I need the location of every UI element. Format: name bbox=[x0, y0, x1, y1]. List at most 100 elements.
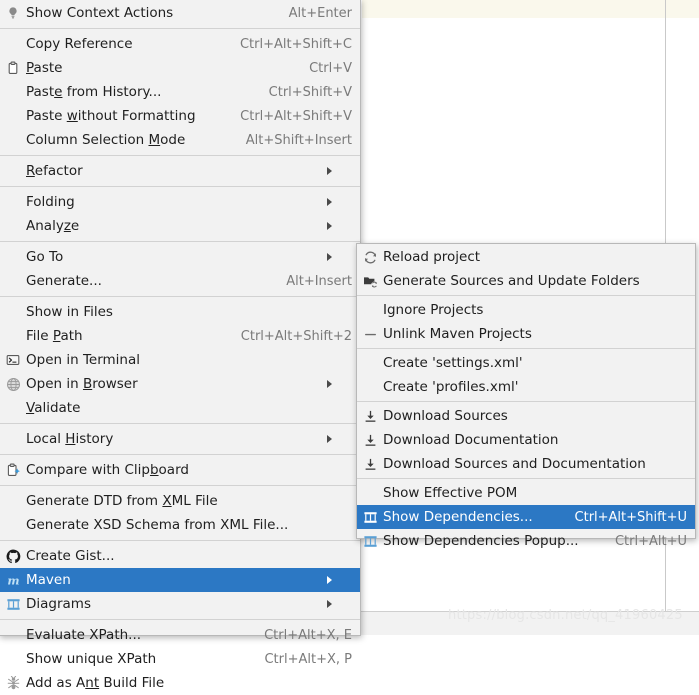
menu-item-compare-with-clipboard[interactable]: Compare with Clipboard bbox=[0, 458, 360, 482]
menu-item-paste[interactable]: Paste Ctrl+V bbox=[0, 56, 360, 80]
menu-item-label: Paste without Formatting bbox=[26, 108, 196, 124]
github-icon bbox=[0, 544, 26, 568]
menu-item-validate[interactable]: Validate bbox=[0, 396, 360, 420]
menu-item-icon-placeholder bbox=[357, 375, 383, 399]
menu-item-label: Refactor bbox=[26, 163, 83, 179]
ant-icon bbox=[0, 671, 26, 695]
menu-item-add-as-ant-build-file[interactable]: Add as Ant Build File bbox=[0, 671, 360, 695]
menu-item-download-sources[interactable]: Download Sources bbox=[357, 404, 695, 428]
menu-item-label: Paste from History... bbox=[26, 84, 162, 100]
menu-item-create-gist[interactable]: Create Gist... bbox=[0, 544, 360, 568]
menu-item-reload-project[interactable]: Reload project bbox=[357, 245, 695, 269]
menu-item-shortcut: Alt+Enter bbox=[288, 5, 352, 21]
menu-item-column-selection-mode[interactable]: Column Selection Mode Alt+Shift+Insert bbox=[0, 128, 360, 152]
menu-item-icon-placeholder bbox=[0, 647, 26, 671]
menu-item-label: Show Dependencies... bbox=[383, 509, 533, 525]
menu-item-show-effective-pom[interactable]: Show Effective POM bbox=[357, 481, 695, 505]
menu-item-local-history[interactable]: Local History bbox=[0, 427, 360, 451]
menu-item-unlink-maven-projects[interactable]: Unlink Maven Projects bbox=[357, 322, 695, 346]
menu-item-show-unique-xpath[interactable]: Show unique XPath Ctrl+Alt+X, P bbox=[0, 647, 360, 671]
editor-context-menu[interactable]: Show Context Actions Alt+Enter Copy Refere… bbox=[0, 0, 361, 691]
menu-item-open-in-browser[interactable]: Open in Browser bbox=[0, 372, 360, 396]
menu-item-shortcut: Ctrl+Alt+U bbox=[614, 533, 687, 549]
menu-item-generate-dtd-from-xml-file[interactable]: Generate DTD from XML File bbox=[0, 489, 360, 513]
menu-item-label: Download Documentation bbox=[383, 432, 559, 448]
menu-item-icon-placeholder bbox=[0, 427, 26, 451]
menu-separator bbox=[0, 241, 360, 242]
submenu-arrow-icon bbox=[327, 576, 352, 584]
menu-item-icon-placeholder bbox=[0, 80, 26, 104]
menu-item-shortcut: Ctrl+Alt+Shift+U bbox=[574, 509, 687, 525]
menu-item-refactor[interactable]: Refactor bbox=[0, 159, 360, 183]
menu-item-shortcut: Ctrl+Shift+V bbox=[268, 84, 352, 100]
menu-item-show-dependencies-popup[interactable]: Show Dependencies Popup... Ctrl+Alt+U bbox=[357, 529, 695, 553]
menu-separator bbox=[0, 619, 360, 620]
menu-item-show-context-actions[interactable]: Show Context Actions Alt+Enter bbox=[0, 1, 360, 25]
menu-item-label: Open in Terminal bbox=[26, 352, 140, 368]
menu-item-file-path[interactable]: File Path Ctrl+Alt+Shift+2 bbox=[0, 324, 360, 348]
menu-item-label: Download Sources bbox=[383, 408, 508, 424]
diagram-icon bbox=[357, 505, 383, 529]
menu-item-diagrams[interactable]: Diagrams bbox=[0, 592, 360, 616]
menu-item-label: Show Context Actions bbox=[26, 5, 174, 21]
menu-separator bbox=[357, 295, 695, 296]
submenu-arrow-icon bbox=[327, 600, 352, 608]
menu-item-icon-placeholder bbox=[0, 245, 26, 269]
menu-item-create-profiles-xml[interactable]: Create 'profiles.xml' bbox=[357, 375, 695, 399]
svg-text:m: m bbox=[7, 573, 19, 587]
menu-item-label: Download Sources and Documentation bbox=[383, 456, 646, 472]
menu-item-label: Create 'settings.xml' bbox=[383, 355, 523, 371]
menu-item-copy-reference[interactable]: Copy Reference Ctrl+Alt+Shift+C bbox=[0, 32, 360, 56]
menu-item-generate-xsd-schema-from-xml-file[interactable]: Generate XSD Schema from XML File... bbox=[0, 513, 360, 537]
menu-item-paste-without-formatting[interactable]: Paste without Formatting Ctrl+Alt+Shift+V bbox=[0, 104, 360, 128]
menu-separator bbox=[357, 348, 695, 349]
menu-item-icon-placeholder bbox=[0, 324, 26, 348]
menu-item-icon-placeholder bbox=[0, 32, 26, 56]
menu-item-evaluate-xpath[interactable]: Evaluate XPath... Ctrl+Alt+X, E bbox=[0, 623, 360, 647]
menu-item-shortcut: Ctrl+Alt+X, E bbox=[264, 627, 352, 643]
menu-item-label: Create Gist... bbox=[26, 548, 115, 564]
menu-item-shortcut: Ctrl+V bbox=[309, 60, 352, 76]
menu-item-open-in-terminal[interactable]: Open in Terminal bbox=[0, 348, 360, 372]
menu-item-shortcut: Ctrl+Alt+X, P bbox=[264, 651, 352, 667]
menu-item-label: Show in Files bbox=[26, 304, 113, 320]
menu-separator bbox=[0, 540, 360, 541]
menu-item-label: Diagrams bbox=[26, 596, 91, 612]
menu-item-label: Local History bbox=[26, 431, 114, 447]
menu-separator bbox=[0, 454, 360, 455]
menu-item-create-settings-xml[interactable]: Create 'settings.xml' bbox=[357, 351, 695, 375]
menu-item-icon-placeholder bbox=[0, 214, 26, 238]
menu-item-generate[interactable]: Generate... Alt+Insert bbox=[0, 269, 360, 293]
download-icon bbox=[357, 404, 383, 428]
menu-item-download-documentation[interactable]: Download Documentation bbox=[357, 428, 695, 452]
menu-item-analyze[interactable]: Analyze bbox=[0, 214, 360, 238]
diagram-icon bbox=[357, 529, 383, 553]
submenu-arrow-icon bbox=[327, 435, 352, 443]
menu-item-label: Folding bbox=[26, 194, 75, 210]
menu-item-show-dependencies[interactable]: Show Dependencies... Ctrl+Alt+Shift+U bbox=[357, 505, 695, 529]
menu-item-folding[interactable]: Folding bbox=[0, 190, 360, 214]
menu-item-icon-placeholder bbox=[357, 351, 383, 375]
menu-item-icon-placeholder bbox=[0, 513, 26, 537]
maven-submenu[interactable]: Reload project Generate Sources and Updat… bbox=[356, 243, 696, 549]
menu-item-maven[interactable]: m Maven bbox=[0, 568, 360, 592]
menu-item-icon-placeholder bbox=[0, 300, 26, 324]
menu-item-go-to[interactable]: Go To bbox=[0, 245, 360, 269]
submenu-arrow-icon bbox=[327, 167, 352, 175]
menu-item-ignore-projects[interactable]: Ignore Projects bbox=[357, 298, 695, 322]
menu-item-generate-sources-and-update-folders[interactable]: Generate Sources and Update Folders bbox=[357, 269, 695, 293]
menu-item-icon-placeholder bbox=[0, 159, 26, 183]
menu-item-label: Generate DTD from XML File bbox=[26, 493, 218, 509]
menu-item-paste-from-history[interactable]: Paste from History... Ctrl+Shift+V bbox=[0, 80, 360, 104]
menu-item-shortcut: Ctrl+Alt+Shift+2 bbox=[240, 328, 352, 344]
menu-item-icon-placeholder bbox=[0, 104, 26, 128]
menu-item-label: Unlink Maven Projects bbox=[383, 326, 532, 342]
submenu-arrow-icon bbox=[327, 198, 352, 206]
menu-item-download-sources-and-documentation[interactable]: Download Sources and Documentation bbox=[357, 452, 695, 476]
submenu-arrow-icon bbox=[327, 222, 352, 230]
menu-item-label: Ignore Projects bbox=[383, 302, 484, 318]
menu-item-icon-placeholder bbox=[0, 128, 26, 152]
submenu-arrow-icon bbox=[327, 253, 352, 261]
menu-item-label: Show Effective POM bbox=[383, 485, 518, 501]
menu-item-show-in-files[interactable]: Show in Files bbox=[0, 300, 360, 324]
